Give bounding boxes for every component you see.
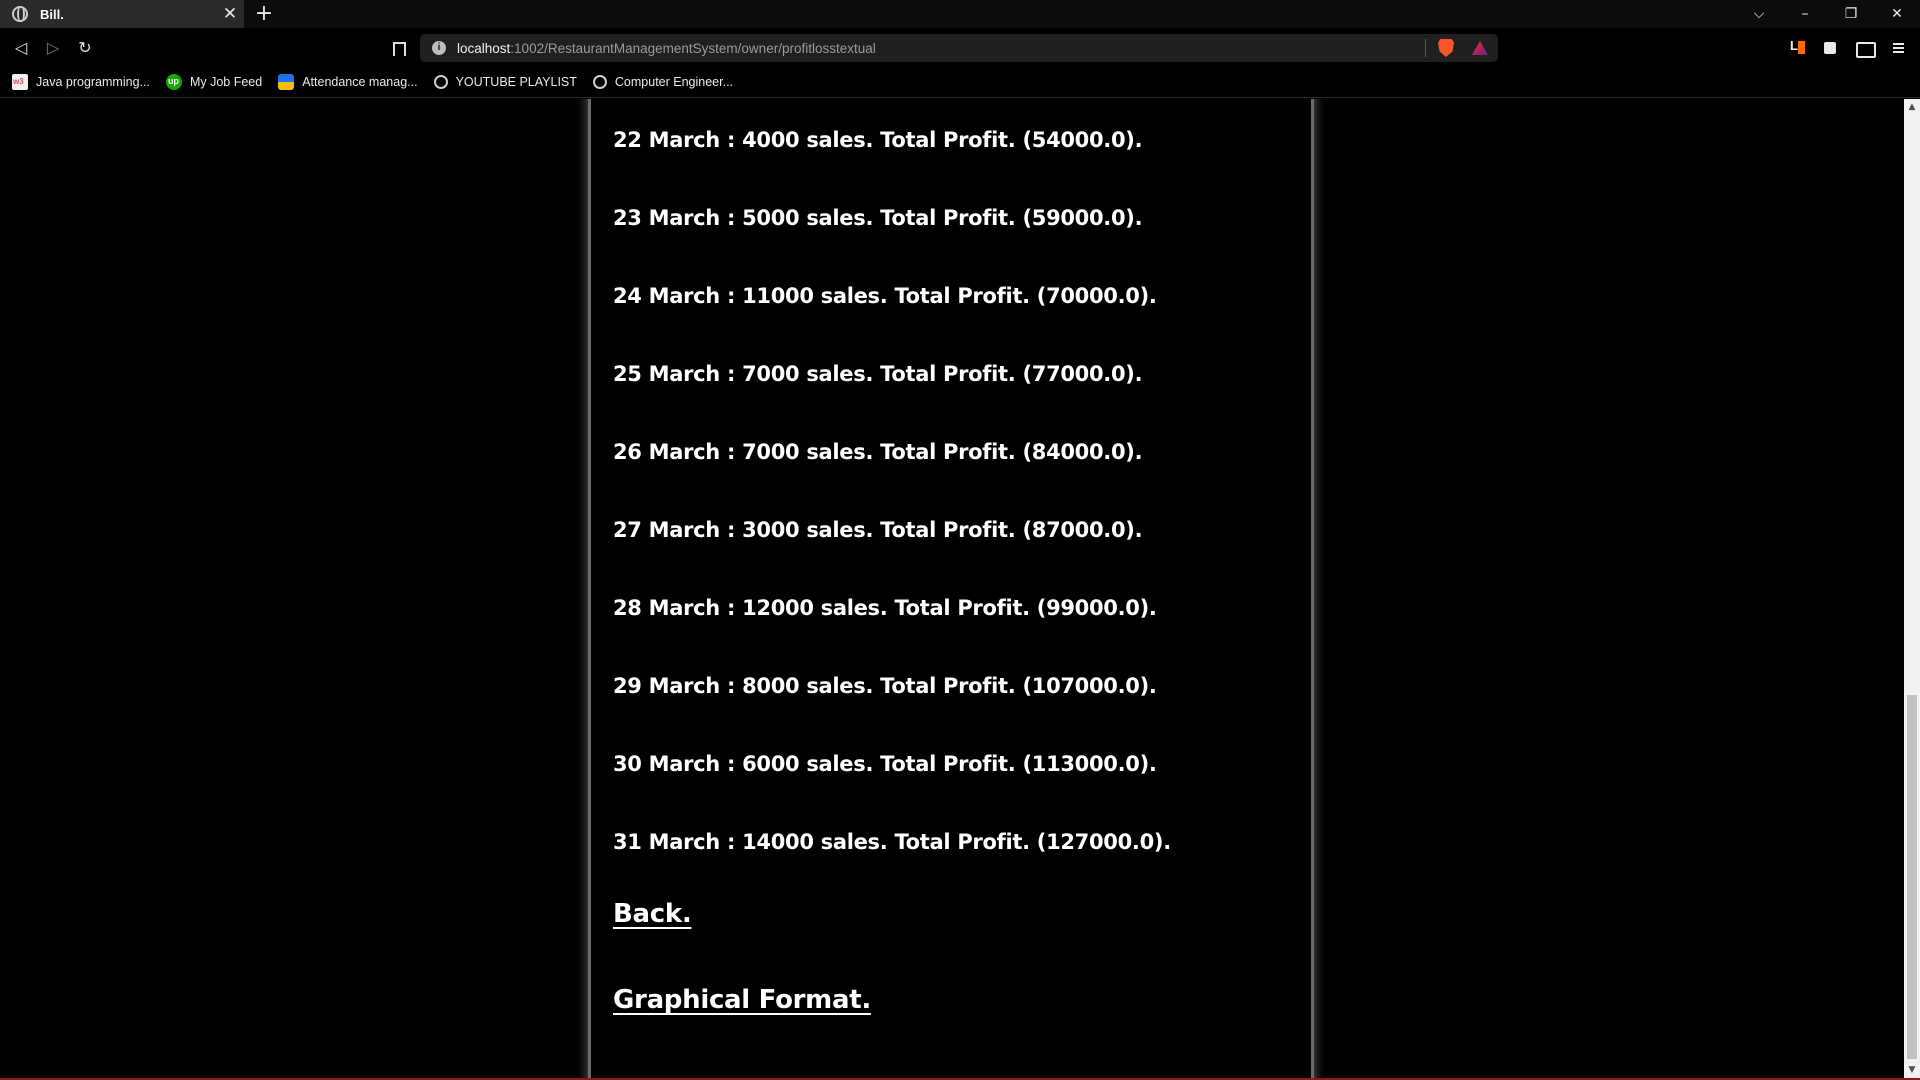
profit-entry: 29 March : 8000 sales. Total Profit. (10… (613, 674, 1157, 698)
menu-icon[interactable] (1886, 36, 1912, 60)
tab-strip: Bill. ✕ + ⌵ – ❐ ✕ (0, 0, 1920, 28)
profit-entry: 22 March : 4000 sales. Total Profit. (54… (613, 128, 1143, 152)
profit-entry: 30 March : 6000 sales. Total Profit. (11… (613, 752, 1157, 776)
site-info-icon[interactable]: i (432, 41, 446, 55)
bookmarks-bar: Java programming... My Job Feed Attendan… (0, 67, 1920, 98)
brave-rewards-icon[interactable] (1472, 41, 1488, 55)
scroll-thumb[interactable] (1907, 695, 1917, 1059)
back-link[interactable]: Back. (613, 884, 871, 970)
profit-entry: 24 March : 11000 sales. Total Profit. (7… (613, 284, 1157, 308)
browser-toolbar: ◁ ▷ ↻ i localhost:1002/RestaurantManagem… (0, 28, 1920, 67)
url-divider (1425, 39, 1426, 57)
extensions-icon[interactable] (1818, 36, 1844, 60)
browser-tab[interactable]: Bill. ✕ (0, 0, 244, 28)
url-host: localhost (457, 40, 511, 56)
brave-shields-icon[interactable] (1438, 39, 1454, 57)
bookmark-label: Computer Engineer... (614, 75, 734, 89)
bookmark-label: Attendance manag... (302, 75, 418, 89)
graphical-format-link[interactable]: Graphical Format. (613, 970, 871, 1056)
address-bar[interactable]: i localhost:1002/RestaurantManagementSys… (420, 34, 1498, 62)
close-window-button[interactable]: ✕ (1874, 0, 1920, 28)
profit-entry: 26 March : 7000 sales. Total Profit. (84… (613, 440, 1143, 464)
bookmark-java-programming[interactable]: Java programming... (12, 74, 150, 90)
leo-ai-icon[interactable] (1786, 36, 1812, 60)
globe-icon (433, 75, 448, 89)
back-button[interactable]: ◁ (6, 34, 36, 62)
scroll-down-icon[interactable]: ▼ (1904, 1062, 1920, 1078)
minimize-button[interactable]: – (1782, 0, 1828, 28)
content-panel: 22 March : 4000 sales. Total Profit. (54… (588, 99, 1314, 1078)
tab-list-icon[interactable]: ⌵ (1736, 0, 1782, 28)
bookmark-computer-engineer[interactable]: Computer Engineer... (592, 75, 734, 89)
profit-entry: 28 March : 12000 sales. Total Profit. (9… (613, 596, 1157, 620)
bookmark-youtube-playlist[interactable]: YOUTUBE PLAYLIST (433, 75, 577, 89)
profit-entry: 23 March : 5000 sales. Total Profit. (59… (613, 206, 1143, 230)
bookmark-icon[interactable] (388, 34, 408, 62)
tab-close-icon[interactable]: ✕ (216, 0, 244, 28)
bookmark-label: Java programming... (36, 75, 150, 89)
scroll-up-icon[interactable]: ▲ (1904, 99, 1920, 115)
bookmark-label: My Job Feed (189, 75, 263, 89)
new-tab-button[interactable]: + (252, 0, 276, 28)
profit-list: 22 March : 4000 sales. Total Profit. (54… (613, 101, 1171, 881)
attendance-icon (278, 74, 295, 90)
tab-title: Bill. (40, 6, 64, 22)
upwork-icon (165, 74, 182, 90)
url-path: :1002/RestaurantManagementSystem/owner/p… (510, 40, 876, 56)
bookmark-my-job-feed[interactable]: My Job Feed (165, 74, 263, 90)
vertical-scrollbar[interactable]: ▲ ▼ (1904, 99, 1920, 1078)
bookmark-attendance[interactable]: Attendance manag... (278, 74, 418, 90)
restore-button[interactable]: ❐ (1828, 0, 1874, 28)
forward-button[interactable]: ▷ (38, 34, 68, 62)
url-text[interactable]: localhost:1002/RestaurantManagementSyste… (457, 41, 1425, 56)
w3schools-icon (12, 74, 28, 90)
page-viewport: 22 March : 4000 sales. Total Profit. (54… (0, 99, 1920, 1078)
profit-entry: 27 March : 3000 sales. Total Profit. (87… (613, 518, 1143, 542)
reload-button[interactable]: ↻ (70, 34, 100, 62)
globe-icon (592, 75, 607, 89)
profit-entry: 25 March : 7000 sales. Total Profit. (77… (613, 362, 1143, 386)
profit-entry: 31 March : 14000 sales. Total Profit. (1… (613, 830, 1171, 854)
wallet-icon[interactable] (1852, 36, 1878, 60)
bookmark-label: YOUTUBE PLAYLIST (455, 75, 577, 89)
page-links: Back. Graphical Format. (613, 884, 871, 1056)
globe-icon (12, 6, 28, 22)
